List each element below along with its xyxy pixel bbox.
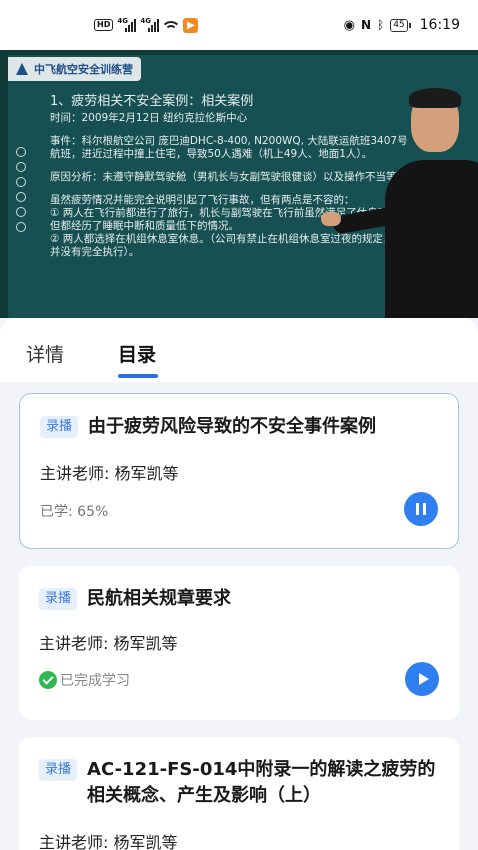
slide-time: 时间：2009年2月12日 纽约克拉伦斯中心 xyxy=(50,112,248,124)
tab-bar: 详情 目录 xyxy=(0,318,478,382)
lesson-completed: 已完成学习 xyxy=(39,670,130,690)
recorded-tag: 录播 xyxy=(39,759,78,781)
lesson-teacher: 主讲老师: 杨军凯等 xyxy=(40,464,179,483)
status-left: HD 4G 4G ▶ xyxy=(94,17,199,33)
slide-tool-icon xyxy=(16,222,26,232)
lesson-header: 录播 民航相关规章要求 xyxy=(39,586,439,612)
presenter-figure xyxy=(321,88,478,318)
slide-note: ② 两人都选择在机组休息室休息。（公司有禁止在机组休息室过夜的规定，但并没有完全… xyxy=(50,233,404,258)
lesson-title: AC-121-FS-014中附录一的解读之疲劳的相关概念、产生及影响（上） xyxy=(87,759,436,806)
check-icon xyxy=(39,671,57,689)
slide-tool-icon xyxy=(16,207,26,217)
lesson-card[interactable]: 录播 民航相关规章要求 主讲老师: 杨军凯等 已完成学习 xyxy=(19,566,459,720)
lesson-header: 录播 AC-121-FS-014中附录一的解读之疲劳的相关概念、产生及影响（上） xyxy=(39,757,439,809)
lesson-teacher: 主讲老师: 杨军凯等 xyxy=(39,634,178,653)
status-bar: HD 4G 4G ▶ ◉ N ᛒ 45 16:19 xyxy=(0,0,478,50)
slide-event: 事件：科尔根航空公司 庞巴迪DHC-8-400, N200WQ, 大陆联运航班3… xyxy=(50,135,408,160)
slide-tool-icon xyxy=(16,147,26,157)
tab-catalog[interactable]: 目录 xyxy=(118,340,156,367)
wifi-icon xyxy=(163,19,180,31)
active-tab-indicator xyxy=(118,374,158,378)
slide-text: 1、疲劳相关不安全案例：相关案例 时间：2009年2月12日 纽约克拉伦斯中心 … xyxy=(50,95,410,259)
recorded-tag: 录播 xyxy=(39,588,78,610)
eye-icon: ◉ xyxy=(343,17,355,33)
signal-icon: 4G xyxy=(117,17,137,32)
completed-label: 已完成学习 xyxy=(60,673,130,689)
slide-tool-icon xyxy=(16,192,26,202)
status-right: ◉ N ᛒ 45 16:19 xyxy=(344,17,460,33)
slide-title: 1、疲劳相关不安全案例：相关案例 xyxy=(50,94,254,109)
play-button[interactable] xyxy=(405,662,439,696)
recorded-tag: 录播 xyxy=(40,416,79,438)
lesson-card[interactable]: 录播 AC-121-FS-014中附录一的解读之疲劳的相关概念、产生及影响（上）… xyxy=(19,737,459,850)
tab-details[interactable]: 详情 xyxy=(26,340,64,367)
slide-toolbar xyxy=(16,147,26,232)
slide-note: 虽然疲劳情况并能完全说明引起了飞行事故，但有两点是不容的： xyxy=(50,194,355,206)
slide-tool-icon xyxy=(16,177,26,187)
clock: 16:19 xyxy=(419,17,460,33)
nfc-icon: N xyxy=(360,18,371,32)
lesson-title: 民航相关规章要求 xyxy=(87,588,232,609)
course-logo: 中飞航空安全训练营 xyxy=(8,57,141,81)
slide-cause: 原因分析：未遵守静默驾驶舱（男机长与女副驾驶很健谈）以及操作不当等。 xyxy=(50,171,407,183)
play-icon xyxy=(418,673,429,685)
app-notification-icon: ▶ xyxy=(183,17,199,33)
lesson-teacher: 主讲老师: 杨军凯等 xyxy=(39,833,178,850)
logo-text: 中飞航空安全训练营 xyxy=(34,63,133,76)
logo-icon xyxy=(16,63,28,75)
video-player[interactable]: 中飞航空安全训练营 1、疲劳相关不安全案例：相关案例 时间：2009年2月12日… xyxy=(0,50,478,318)
signal-icon-2: 4G xyxy=(140,17,160,32)
pause-icon xyxy=(416,503,426,515)
lesson-title: 由于疲劳风险导致的不安全事件案例 xyxy=(88,416,377,437)
battery-icon: 45 xyxy=(390,18,412,32)
lesson-progress: 已学: 65% xyxy=(40,504,109,520)
pause-button[interactable] xyxy=(404,492,438,526)
hd-badge: HD xyxy=(94,19,114,31)
slide-tool-icon xyxy=(16,162,26,172)
lesson-header: 录播 由于疲劳风险导致的不安全事件案例 xyxy=(40,414,438,440)
lesson-card[interactable]: 录播 由于疲劳风险导致的不安全事件案例 主讲老师: 杨军凯等 已学: 65% xyxy=(19,393,459,549)
lesson-list: 录播 由于疲劳风险导致的不安全事件案例 主讲老师: 杨军凯等 已学: 65% 录… xyxy=(0,382,478,850)
bluetooth-icon: ᛒ xyxy=(376,18,385,32)
